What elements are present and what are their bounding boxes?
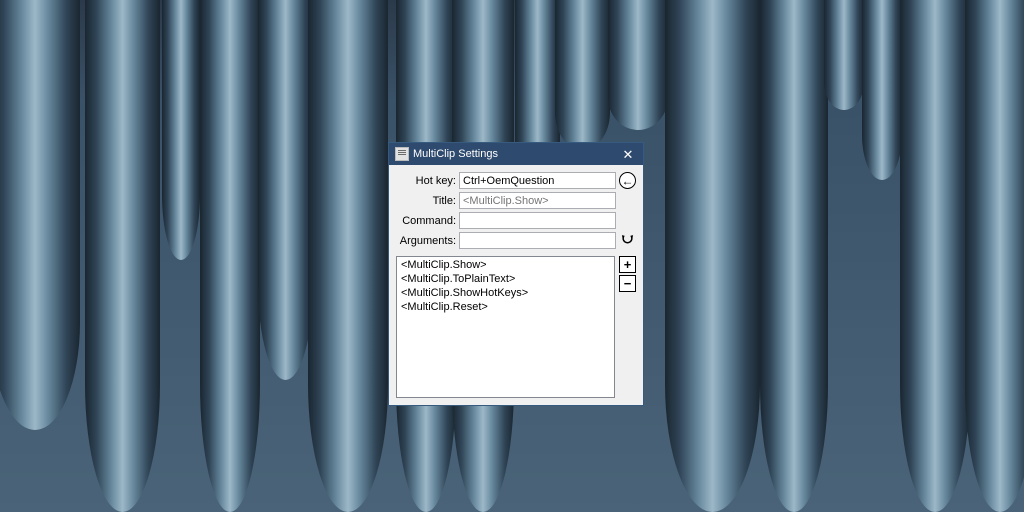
command-row: Command: <box>396 212 636 229</box>
close-button[interactable]: ✕ <box>613 143 643 165</box>
add-button[interactable]: + <box>619 256 636 273</box>
background-shape <box>308 0 388 512</box>
arguments-input[interactable] <box>459 232 616 249</box>
title-row: Title: <box>396 192 636 209</box>
command-label: Command: <box>396 215 456 227</box>
hotkey-label: Hot key: <box>396 175 456 187</box>
list-item[interactable]: <MultiClip.ToPlainText> <box>397 272 614 286</box>
background-shape <box>608 0 668 130</box>
command-input[interactable] <box>459 212 616 229</box>
desktop-background: MultiClip Settings ✕ Hot key: ← Title: C… <box>0 0 1024 512</box>
background-shape <box>85 0 160 512</box>
background-shape <box>862 0 902 180</box>
list-side-buttons: + − <box>619 256 636 398</box>
arrow-left-icon: ← <box>622 175 634 187</box>
title-input[interactable] <box>459 192 616 209</box>
arguments-label: Arguments: <box>396 235 456 247</box>
background-shape <box>665 0 760 512</box>
hotkey-input[interactable] <box>459 172 616 189</box>
refresh-icon <box>620 233 635 248</box>
background-shape <box>900 0 970 512</box>
titlebar[interactable]: MultiClip Settings ✕ <box>389 143 643 165</box>
hotkey-row: Hot key: ← <box>396 172 636 189</box>
list-item[interactable]: <MultiClip.Reset> <box>397 300 614 314</box>
spacer <box>619 192 636 209</box>
background-shape <box>200 0 260 512</box>
commands-section: <MultiClip.Show> <MultiClip.ToPlainText>… <box>396 256 636 398</box>
refresh-button[interactable] <box>619 232 636 249</box>
background-shape <box>162 0 200 260</box>
background-shape <box>0 0 80 430</box>
back-button[interactable]: ← <box>619 172 636 189</box>
background-shape <box>760 0 828 512</box>
background-shape <box>824 0 864 110</box>
settings-dialog: MultiClip Settings ✕ Hot key: ← Title: C… <box>388 142 644 406</box>
arguments-row: Arguments: <box>396 232 636 249</box>
window-title: MultiClip Settings <box>413 148 613 160</box>
commands-listbox[interactable]: <MultiClip.Show> <MultiClip.ToPlainText>… <box>396 256 615 398</box>
close-icon: ✕ <box>623 148 634 161</box>
title-label: Title: <box>396 195 456 207</box>
minus-icon: − <box>624 277 632 290</box>
app-icon <box>395 147 409 161</box>
plus-icon: + <box>624 258 632 271</box>
list-item[interactable]: <MultiClip.ShowHotKeys> <box>397 286 614 300</box>
spacer <box>619 212 636 229</box>
background-shape <box>555 0 610 150</box>
list-item[interactable]: <MultiClip.Show> <box>397 258 614 272</box>
dialog-body: Hot key: ← Title: Command: Arguments: <box>389 165 643 405</box>
remove-button[interactable]: − <box>619 275 636 292</box>
background-shape <box>258 0 313 380</box>
background-shape <box>965 0 1024 512</box>
